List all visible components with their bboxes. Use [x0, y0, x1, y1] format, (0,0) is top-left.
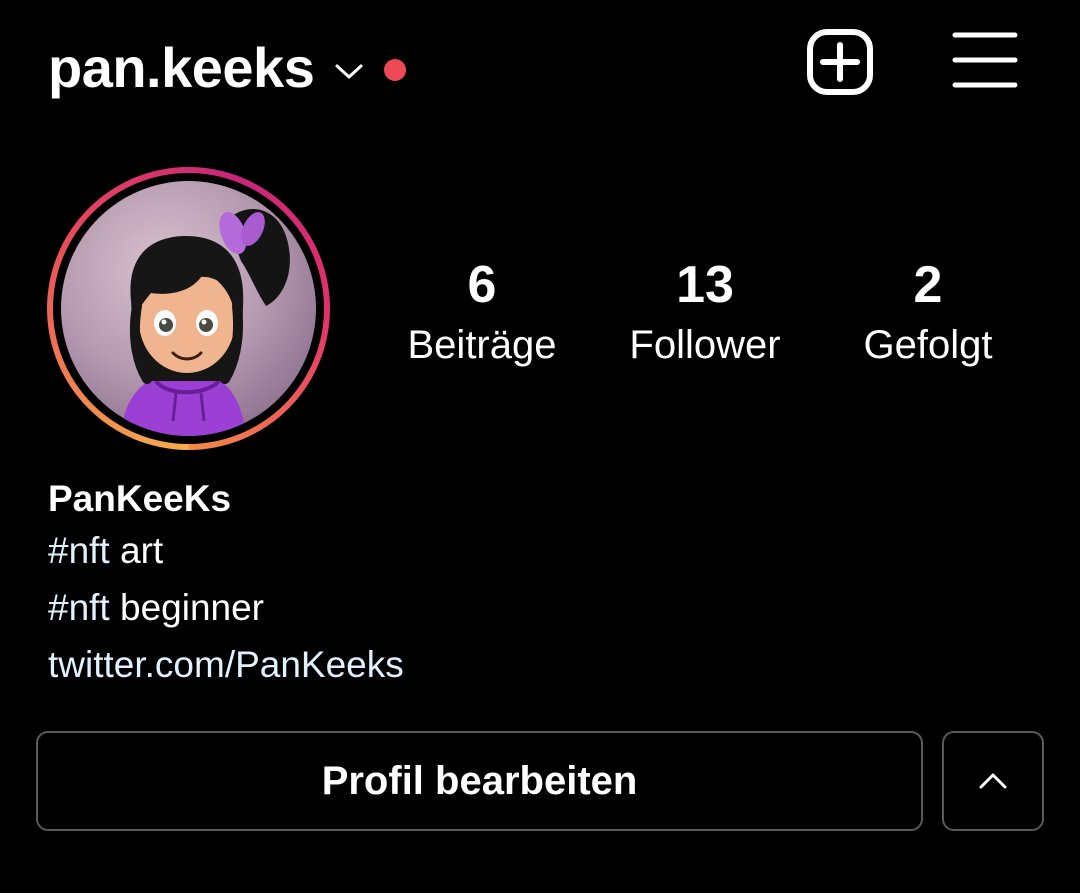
edit-profile-button[interactable]: Profil bearbeiten	[36, 731, 923, 831]
chevron-up-icon	[979, 773, 1007, 789]
posts-count-value: 6	[467, 256, 497, 314]
following-count-label: Gefolgt	[863, 323, 993, 367]
story-ring[interactable]	[47, 167, 330, 450]
bio-website-link[interactable]: twitter.com/PanKeeks	[48, 636, 404, 693]
bio-line: #nft beginner	[48, 579, 404, 636]
suggested-accounts-toggle-button[interactable]	[942, 731, 1044, 831]
posts-count-label: Beiträge	[407, 323, 557, 367]
add-square-icon[interactable]	[806, 28, 874, 96]
notification-dot	[384, 59, 407, 81]
hamburger-menu-icon[interactable]	[952, 30, 1018, 90]
account-switcher[interactable]: pan.keeks	[48, 28, 407, 108]
posts-count[interactable]: 6 Beiträge	[382, 254, 582, 374]
hashtag-link[interactable]: #nft	[48, 587, 110, 628]
display-name: PanKeeKs	[48, 478, 232, 519]
followers-count-label: Follower	[629, 323, 781, 367]
chevron-down-icon[interactable]	[332, 54, 366, 88]
profile-bio: PanKeeKs #nft art #nft beginner twitter.…	[48, 476, 404, 693]
followers-count[interactable]: 13 Follower	[605, 254, 805, 374]
followers-count-value: 13	[676, 256, 734, 314]
username-title[interactable]: pan.keeks	[48, 40, 315, 96]
following-count[interactable]: 2 Gefolgt	[828, 254, 1028, 374]
avatar-illustration	[121, 209, 290, 436]
avatar[interactable]	[61, 181, 316, 436]
bio-line: #nft art	[48, 522, 404, 579]
bio-text: art	[109, 530, 164, 571]
bio-text: beginner	[109, 587, 265, 628]
hashtag-link[interactable]: #nft	[48, 530, 110, 571]
following-count-value: 2	[913, 256, 943, 314]
